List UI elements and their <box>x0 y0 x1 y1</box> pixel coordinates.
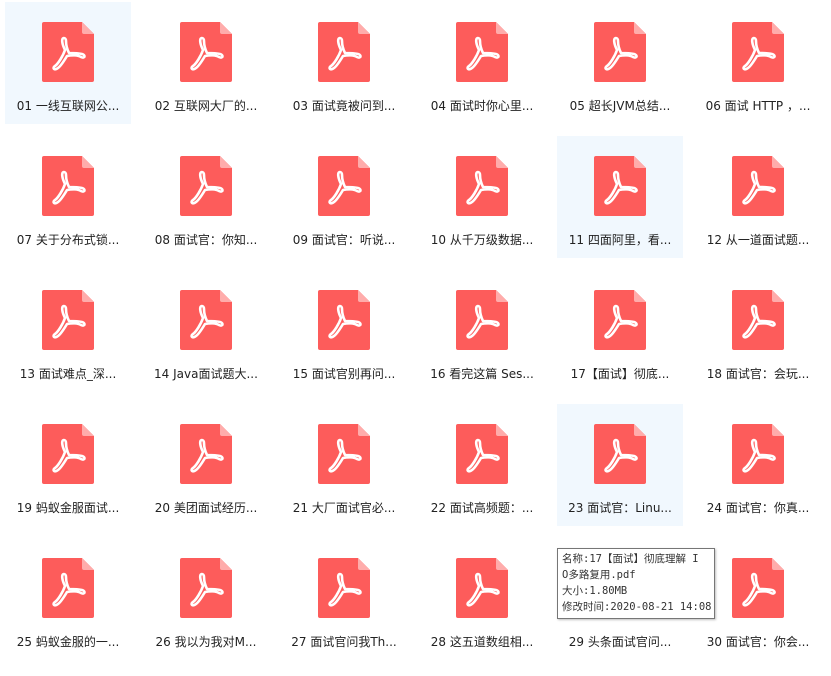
file-item[interactable]: 08 面试官：你知... <box>143 136 269 258</box>
file-name-label: 23 面试官：Linu... <box>568 501 672 515</box>
file-name-label: 24 面试官：你真... <box>706 501 810 515</box>
file-item[interactable]: 07 关于分布式锁... <box>5 136 131 258</box>
file-name-label: 25 蚂蚁金服的一... <box>16 635 120 649</box>
file-name-label: 11 四面阿里，看... <box>568 233 672 247</box>
pdf-file-icon <box>732 22 784 82</box>
pdf-file-icon <box>732 156 784 216</box>
pdf-file-icon <box>594 424 646 484</box>
pdf-file-icon <box>594 290 646 350</box>
file-item[interactable]: 25 蚂蚁金服的一... <box>5 538 131 660</box>
file-item[interactable]: 26 我以为我对M... <box>143 538 269 660</box>
tooltip-size: 大小:1.80MB <box>562 585 628 597</box>
file-name-label: 07 关于分布式锁... <box>16 233 120 247</box>
file-name-label: 10 从千万级数据... <box>430 233 534 247</box>
file-item[interactable]: 23 面试官：Linu... <box>557 404 683 526</box>
file-item[interactable]: 27 面试官问我Th... <box>281 538 407 660</box>
file-item[interactable]: 03 面试竟被问到... <box>281 2 407 124</box>
pdf-file-icon <box>318 558 370 618</box>
file-name-label: 29 头条面试官问... <box>568 635 672 649</box>
file-item[interactable]: 04 面试时你心里... <box>419 2 545 124</box>
pdf-file-icon <box>732 290 784 350</box>
pdf-file-icon <box>594 22 646 82</box>
file-item[interactable]: 22 面试高频题：... <box>419 404 545 526</box>
pdf-file-icon <box>318 22 370 82</box>
file-name-label: 15 面试官别再问... <box>292 367 396 381</box>
file-item[interactable]: 21 大厂面试官必... <box>281 404 407 526</box>
file-item[interactable]: 18 面试官：会玩... <box>695 270 821 392</box>
file-name-label: 22 面试高频题：... <box>430 501 534 515</box>
file-item[interactable]: 19 蚂蚁金服面试... <box>5 404 131 526</box>
pdf-file-icon <box>732 558 784 618</box>
tooltip-name-line1: 名称:17【面试】彻底理解 I <box>562 553 699 565</box>
file-item[interactable]: 28 这五道数组相... <box>419 538 545 660</box>
file-item[interactable]: 12 从一道面试题... <box>695 136 821 258</box>
file-item[interactable]: 02 互联网大厂的... <box>143 2 269 124</box>
pdf-file-icon <box>42 22 94 82</box>
pdf-file-icon <box>456 22 508 82</box>
file-item[interactable]: 01 一线互联网公... <box>5 2 131 124</box>
file-name-label: 05 超长JVM总结... <box>569 99 671 113</box>
pdf-file-icon <box>180 22 232 82</box>
pdf-file-icon <box>42 290 94 350</box>
pdf-file-icon <box>456 156 508 216</box>
file-item[interactable]: 11 四面阿里，看... <box>557 136 683 258</box>
pdf-file-icon <box>42 558 94 618</box>
file-name-label: 21 大厂面试官必... <box>292 501 396 515</box>
file-name-label: 13 面试难点_深... <box>19 367 117 381</box>
file-item[interactable]: 24 面试官：你真... <box>695 404 821 526</box>
tooltip-name-line2: O多路复用.pdf <box>562 569 636 581</box>
file-name-label: 04 面试时你心里... <box>430 99 534 113</box>
tooltip-modified: 修改时间:2020-08-21 14:08 <box>562 601 712 613</box>
file-name-label: 03 面试竟被问到... <box>292 99 396 113</box>
pdf-file-icon <box>180 290 232 350</box>
file-item[interactable]: 16 看完这篇 Ses... <box>419 270 545 392</box>
file-name-label: 01 一线互联网公... <box>16 99 120 113</box>
file-name-label: 26 我以为我对M... <box>155 635 257 649</box>
file-name-label: 27 面试官问我Th... <box>291 635 397 649</box>
file-item[interactable]: 14 Java面试题大... <box>143 270 269 392</box>
pdf-file-icon <box>42 156 94 216</box>
pdf-file-icon <box>42 424 94 484</box>
file-name-label: 06 面试 HTTP ，... <box>705 99 811 113</box>
pdf-file-icon <box>180 558 232 618</box>
file-name-label: 02 互联网大厂的... <box>154 99 258 113</box>
file-item[interactable]: 20 美团面试经历... <box>143 404 269 526</box>
file-name-label: 17【面试】彻底... <box>570 367 670 381</box>
file-name-label: 16 看完这篇 Ses... <box>430 367 534 381</box>
pdf-file-icon <box>594 156 646 216</box>
pdf-file-icon <box>732 424 784 484</box>
file-name-label: 09 面试官：听说... <box>292 233 396 247</box>
file-item[interactable]: 06 面试 HTTP ，... <box>695 2 821 124</box>
file-name-label: 19 蚂蚁金服面试... <box>16 501 120 515</box>
pdf-file-icon <box>456 290 508 350</box>
file-item[interactable]: 10 从千万级数据... <box>419 136 545 258</box>
pdf-file-icon <box>180 424 232 484</box>
pdf-file-icon <box>180 156 232 216</box>
file-name-label: 14 Java面试题大... <box>154 367 258 381</box>
pdf-file-icon <box>318 290 370 350</box>
pdf-file-icon <box>318 424 370 484</box>
file-item[interactable]: 13 面试难点_深... <box>5 270 131 392</box>
file-item[interactable]: 05 超长JVM总结... <box>557 2 683 124</box>
file-name-label: 12 从一道面试题... <box>706 233 810 247</box>
file-name-label: 20 美团面试经历... <box>154 501 258 515</box>
pdf-file-icon <box>456 558 508 618</box>
file-item[interactable]: 15 面试官别再问... <box>281 270 407 392</box>
file-name-label: 08 面试官：你知... <box>154 233 258 247</box>
file-name-label: 28 这五道数组相... <box>430 635 534 649</box>
file-info-tooltip: 名称:17【面试】彻底理解 I O多路复用.pdf 大小:1.80MB 修改时间… <box>557 548 715 619</box>
pdf-file-icon <box>456 424 508 484</box>
file-name-label: 30 面试官：你会... <box>706 635 810 649</box>
file-item[interactable]: 17【面试】彻底... <box>557 270 683 392</box>
file-item[interactable]: 09 面试官：听说... <box>281 136 407 258</box>
file-name-label: 18 面试官：会玩... <box>706 367 810 381</box>
pdf-file-icon <box>318 156 370 216</box>
